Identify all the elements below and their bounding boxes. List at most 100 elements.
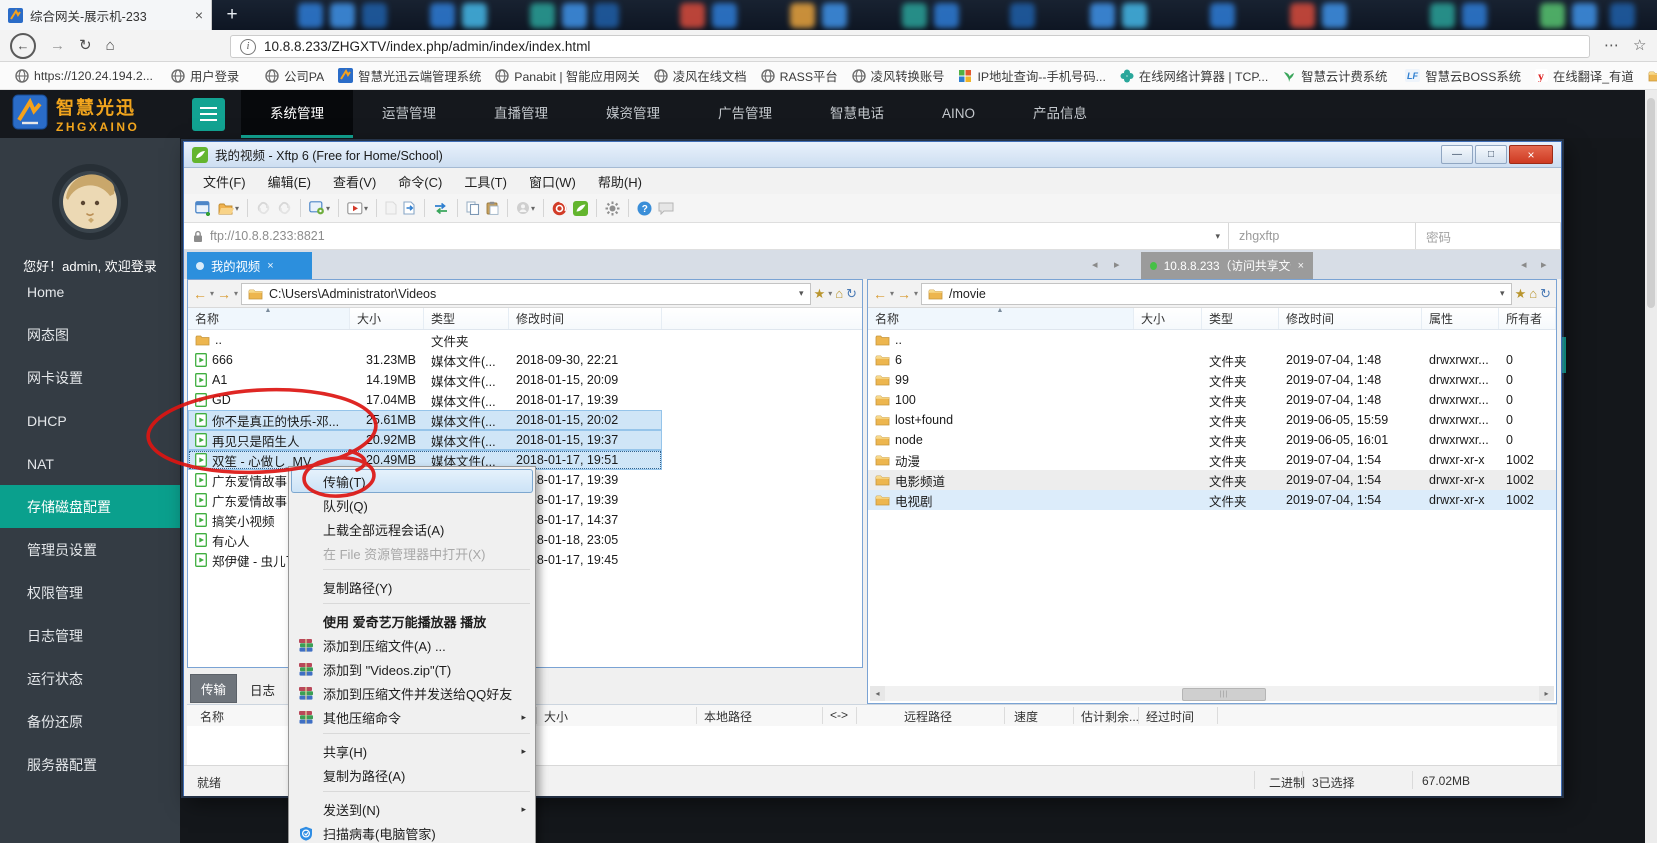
- reload-button[interactable]: ↻: [79, 38, 92, 53]
- file-row[interactable]: node 文件夹 2019-06-05, 16:01 drwxrwxr... 0: [868, 430, 1556, 450]
- favorites-dropdown-icon[interactable]: ▾: [828, 289, 832, 298]
- bookmark-star-icon[interactable]: ☆: [1633, 36, 1646, 54]
- sync-browsing-button[interactable]: [430, 200, 452, 217]
- bookmark-item[interactable]: 在线网络计算器 | TCP...: [1113, 67, 1275, 85]
- bookmark-item[interactable]: 智慧云计费系统: [1275, 67, 1394, 85]
- tab-scroll-right2-icon[interactable]: ▸: [1541, 258, 1553, 271]
- bookmark-item[interactable]: RASS平台: [754, 67, 845, 85]
- context-menu-item[interactable]: 队列(Q): [291, 493, 533, 517]
- page-scrollbar[interactable]: [1645, 90, 1657, 843]
- bookmark-item[interactable]: y 在线翻译_有道: [1528, 67, 1641, 85]
- transfer-column-header[interactable]: 名称: [200, 708, 224, 725]
- nav-item-4[interactable]: 媒资管理: [577, 90, 689, 138]
- transfer-column-header[interactable]: 大小: [544, 708, 568, 725]
- local-tab-close-icon[interactable]: ×: [267, 260, 273, 272]
- menu-2[interactable]: 编辑(E): [257, 172, 322, 191]
- transfer-column-header[interactable]: <->: [830, 708, 848, 722]
- transfer-column-header[interactable]: 速度: [1014, 708, 1038, 725]
- menu-5[interactable]: 工具(T): [453, 172, 518, 191]
- comment-button[interactable]: [655, 200, 677, 217]
- ftp-address-field[interactable]: ftp://10.8.8.233:8821 ▾: [184, 223, 1229, 249]
- home-dir-icon[interactable]: ⌂: [1529, 286, 1537, 301]
- column-header-6[interactable]: 所有者: [1499, 308, 1556, 329]
- nav-item-7[interactable]: AINO: [913, 90, 1004, 138]
- open-folder-button[interactable]: ▾: [215, 200, 242, 217]
- bookmark-item[interactable]: 凌风转换账号: [845, 67, 952, 85]
- remote-path-dropdown-icon[interactable]: ▾: [1500, 288, 1505, 299]
- favorites-icon[interactable]: ★: [1515, 286, 1527, 302]
- sidebar-item-12[interactable]: 服务器配置: [0, 743, 180, 786]
- new-tab-button[interactable]: +: [219, 3, 245, 27]
- close-button[interactable]: ×: [1509, 145, 1553, 164]
- nav-back-dropdown-icon[interactable]: ▾: [890, 289, 894, 298]
- column-header-5[interactable]: 属性: [1422, 308, 1499, 329]
- nav-item-5[interactable]: 广告管理: [689, 90, 801, 138]
- new-file-button[interactable]: [382, 199, 400, 217]
- context-menu-item[interactable]: 传输(T): [291, 469, 533, 493]
- scroll-thumb[interactable]: |||: [1182, 688, 1266, 701]
- local-path-dropdown-icon[interactable]: ▾: [799, 288, 804, 299]
- nav-forward-icon[interactable]: →: [897, 286, 911, 302]
- transfer-column-header[interactable]: 估计剩余...: [1081, 708, 1139, 725]
- nav-forward-dropdown-icon[interactable]: ▾: [914, 289, 918, 298]
- column-header-1[interactable]: 名称 ▲: [188, 307, 350, 329]
- sidebar-item-2[interactable]: 网态图: [0, 313, 180, 356]
- bookmark-item[interactable]: 公司PA: [258, 67, 331, 85]
- nav-item-6[interactable]: 智慧电话: [801, 90, 913, 138]
- sidebar-item-3[interactable]: 网卡设置: [0, 356, 180, 399]
- home-dir-icon[interactable]: ⌂: [835, 286, 843, 301]
- file-row[interactable]: 你不是真正的快乐-邓... 25.61MB 媒体文件(... 2018-01-15, …: [188, 410, 862, 430]
- column-header-4[interactable]: 修改时间: [509, 308, 662, 329]
- address-dropdown-icon[interactable]: ▾: [1215, 231, 1228, 242]
- file-row[interactable]: lost+found 文件夹 2019-06-05, 15:59 drwxrwxr..…: [868, 410, 1556, 430]
- refresh-icon[interactable]: ↻: [846, 286, 857, 302]
- nav-back-icon[interactable]: ←: [873, 286, 887, 302]
- bookmark-item[interactable]: SD: [1641, 69, 1657, 83]
- context-menu-item[interactable]: 扫描病毒(电脑管家): [291, 821, 533, 843]
- password-field[interactable]: 密码: [1416, 223, 1561, 249]
- sidebar-item-1[interactable]: Home: [0, 270, 180, 313]
- paste-button[interactable]: [483, 199, 502, 217]
- sidebar-item-10[interactable]: 运行状态: [0, 657, 180, 700]
- bookmark-item[interactable]: IP地址查询--手机号码...: [951, 67, 1112, 85]
- file-row[interactable]: 电影频道 文件夹 2019-07-04, 1:54 drwxr-xr-x 1002: [868, 470, 1556, 490]
- scroll-left-icon[interactable]: ◂: [870, 686, 885, 701]
- tab-scroll-right-icon[interactable]: ▸: [1114, 258, 1126, 271]
- remote-session-tab[interactable]: 10.8.8.233（访问共享文件） ×: [1141, 252, 1313, 279]
- sidebar-item-9[interactable]: 日志管理: [0, 614, 180, 657]
- local-session-tab[interactable]: 我的视频 ×: [187, 252, 312, 279]
- transfer-file-button[interactable]: [400, 199, 419, 217]
- sidebar-item-11[interactable]: 备份还原: [0, 700, 180, 743]
- file-row[interactable]: 电视剧 文件夹 2019-07-04, 1:54 drwxr-xr-x 1002: [868, 490, 1556, 510]
- menu-6[interactable]: 窗口(W): [518, 172, 587, 191]
- local-path-field[interactable]: C:\Users\Administrator\Videos ▾: [241, 282, 811, 305]
- site-info-icon[interactable]: i: [240, 38, 256, 55]
- dropdown-caret-icon[interactable]: ▾: [531, 204, 535, 213]
- context-menu-item[interactable]: 添加到压缩文件并发送给QQ好友: [291, 681, 533, 705]
- sidebar-item-7[interactable]: 管理员设置: [0, 528, 180, 571]
- nav-item-2[interactable]: 运营管理: [353, 90, 465, 138]
- file-row[interactable]: GD 17.04MB 媒体文件(... 2018-01-17, 19:39: [188, 390, 862, 410]
- disconnect-button[interactable]: [253, 199, 274, 217]
- file-row[interactable]: 666 31.23MB 媒体文件(... 2018-09-30, 22:21: [188, 350, 862, 370]
- session-properties-button[interactable]: ▾: [306, 199, 333, 217]
- scroll-right-icon[interactable]: ▸: [1539, 686, 1554, 701]
- copy-button[interactable]: [463, 199, 483, 217]
- bookmark-item[interactable]: 凌风在线文档: [647, 67, 754, 85]
- bookmark-item[interactable]: LF 智慧云BOSS系统: [1398, 67, 1528, 85]
- column-header-2[interactable]: 大小: [350, 308, 424, 329]
- transfer-column-header[interactable]: 本地路径: [704, 708, 752, 725]
- sidebar-item-4[interactable]: DHCP: [0, 399, 180, 442]
- back-button[interactable]: ←: [10, 32, 36, 59]
- url-bar[interactable]: i 10.8.8.233/ZHGXTV/index.php/admin/inde…: [230, 35, 1590, 58]
- sidebar-item-6[interactable]: 存储磁盘配置: [0, 485, 180, 528]
- menu-3[interactable]: 查看(V): [322, 172, 387, 191]
- bookmark-item[interactable]: https://120.24.194.2...: [8, 69, 160, 83]
- menu-1[interactable]: 文件(F): [192, 172, 257, 191]
- nav-item-3[interactable]: 直播管理: [465, 90, 577, 138]
- column-header-4[interactable]: 修改时间: [1279, 308, 1422, 329]
- forward-button[interactable]: →: [50, 38, 65, 53]
- file-row[interactable]: 动漫 文件夹 2019-07-04, 1:54 drwxr-xr-x 1002: [868, 450, 1556, 470]
- xftp-titlebar[interactable]: 我的视频 - Xftp 6 (Free for Home/School) — □…: [184, 142, 1561, 168]
- dropdown-caret-icon[interactable]: ▾: [364, 204, 368, 213]
